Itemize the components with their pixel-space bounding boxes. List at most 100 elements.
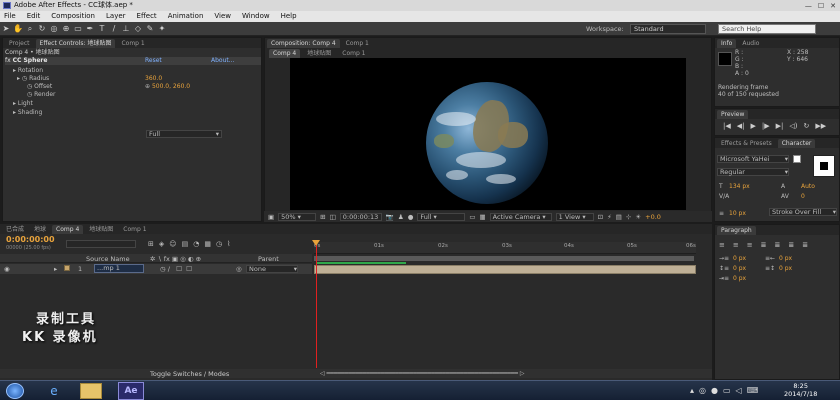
zoom-tool-icon[interactable]: ⌕ bbox=[24, 23, 36, 34]
stroke-mode-select[interactable]: Stroke Over Fill ▾ bbox=[769, 208, 837, 216]
resolution-select[interactable]: Full ▾ bbox=[417, 212, 466, 221]
always-preview-icon[interactable]: ▣ bbox=[268, 213, 274, 221]
first-frame-icon[interactable]: |◀ bbox=[723, 122, 731, 130]
tab-comp1-left[interactable]: Comp 1 bbox=[117, 39, 148, 48]
stamp-tool-icon[interactable]: ⊥ bbox=[120, 23, 132, 34]
prev-frame-icon[interactable]: ◀| bbox=[737, 122, 745, 130]
visibility-icon[interactable]: ◉ bbox=[4, 265, 10, 273]
radius-value[interactable]: 360.0 bbox=[145, 75, 162, 83]
tab-project[interactable]: Project bbox=[5, 39, 34, 48]
effect-header-row[interactable]: fx CC Sphere Reset About... bbox=[5, 57, 261, 65]
graph-editor-icon[interactable]: ⌇ bbox=[227, 240, 230, 248]
tab-paragraph[interactable]: Paragraph bbox=[717, 226, 756, 235]
rotation-row[interactable]: ▸ Rotation bbox=[13, 67, 43, 75]
shy-icon[interactable]: ☺ bbox=[169, 240, 176, 248]
menu-view[interactable]: View bbox=[214, 11, 231, 22]
selection-tool-icon[interactable]: ➤ bbox=[0, 23, 12, 34]
space-before-value[interactable]: 0 px bbox=[733, 265, 746, 272]
menu-effect[interactable]: Effect bbox=[137, 11, 157, 22]
subtab-comp1[interactable]: Comp 1 bbox=[338, 49, 369, 58]
roi-icon[interactable]: ▭ bbox=[469, 213, 475, 221]
menu-animation[interactable]: Animation bbox=[168, 11, 204, 22]
source-name-header[interactable]: Source Name bbox=[86, 255, 130, 263]
mask-icon[interactable]: ◫ bbox=[330, 213, 336, 221]
ram-preview-icon[interactable]: ▶▶ bbox=[815, 122, 826, 130]
tab-timeline-composited[interactable]: 已合成 bbox=[2, 225, 28, 234]
tray-network-icon[interactable]: ▭ bbox=[723, 386, 731, 395]
hand-tool-icon[interactable]: ✋ bbox=[12, 23, 24, 34]
tab-comp1-top[interactable]: Comp 1 bbox=[342, 39, 373, 48]
roto-tool-icon[interactable]: ✎ bbox=[144, 23, 156, 34]
indent-right-value[interactable]: 0 px bbox=[779, 255, 792, 262]
tray-up-icon[interactable]: ▴ bbox=[690, 386, 694, 395]
after-effects-taskbar-icon[interactable]: Ae bbox=[118, 382, 144, 400]
menu-window[interactable]: Window bbox=[242, 11, 270, 22]
layer-expand-icon[interactable]: ▸ bbox=[54, 265, 57, 273]
flowchart-icon[interactable]: ⊹ bbox=[626, 213, 631, 221]
audio-icon[interactable]: ◁) bbox=[789, 122, 797, 130]
rotate-tool-icon[interactable]: ↻ bbox=[36, 23, 48, 34]
ie-icon[interactable]: e bbox=[44, 384, 64, 398]
tab-effect-controls[interactable]: Effect Controls: 地球贴图 bbox=[35, 39, 116, 48]
workspace-select[interactable]: Standard bbox=[630, 24, 706, 34]
tab-timeline-comp1[interactable]: Comp 1 bbox=[119, 225, 150, 234]
camera-tool-icon[interactable]: ◎ bbox=[48, 23, 60, 34]
tray-language-icon[interactable]: ⌨ bbox=[747, 386, 759, 395]
comp-mini-flowchart-icon[interactable]: ⊞ bbox=[148, 240, 154, 248]
puppet-tool-icon[interactable]: ✦ bbox=[156, 23, 168, 34]
light-row[interactable]: ▸ Light bbox=[13, 100, 33, 108]
clock[interactable]: 8:25 2014/7/18 bbox=[784, 382, 817, 398]
tab-audio[interactable]: Audio bbox=[738, 39, 763, 48]
offset-value[interactable]: ⊕ 500.0, 260.0 bbox=[145, 83, 190, 91]
subtab-earth[interactable]: 地球贴图 bbox=[303, 49, 335, 58]
fill-color-swatch[interactable] bbox=[793, 155, 801, 163]
search-help-input[interactable]: Search Help bbox=[718, 24, 816, 34]
justify-left-icon[interactable]: ≣ bbox=[761, 241, 767, 249]
indent-left-value[interactable]: 0 px bbox=[733, 255, 746, 262]
tray-volume-icon[interactable]: ◁ bbox=[736, 386, 742, 395]
brainstorm-icon[interactable]: ▦ bbox=[204, 240, 211, 248]
menu-help[interactable]: Help bbox=[281, 11, 297, 22]
show-snapshot-icon[interactable]: ♟ bbox=[398, 213, 404, 221]
eraser-tool-icon[interactable]: ◇ bbox=[132, 23, 144, 34]
justify-right-icon[interactable]: ≣ bbox=[788, 241, 794, 249]
leading-value[interactable]: Auto bbox=[801, 183, 815, 190]
menu-layer[interactable]: Layer bbox=[106, 11, 126, 22]
rectangle-tool-icon[interactable]: ▭ bbox=[72, 23, 84, 34]
pixel-aspect-icon[interactable]: ⊡ bbox=[598, 213, 603, 221]
time-ruler[interactable]: 0s 01s 02s 03s 04s 05s 06s bbox=[314, 242, 696, 254]
style-select[interactable]: Regular ▾ bbox=[717, 168, 789, 176]
parent-select[interactable]: None ▾ bbox=[246, 265, 298, 273]
timeline-icon[interactable]: ▤ bbox=[616, 213, 622, 221]
tab-info[interactable]: Info bbox=[717, 39, 737, 48]
exposure-icon[interactable]: ☀ bbox=[635, 213, 641, 221]
tab-timeline-comp4[interactable]: Comp 4 bbox=[52, 225, 84, 234]
timeline-zoom-slider[interactable]: ◁ ━━━━━━━━━━━━━━━━━━━━━━━━━━━━━━━━━━━━━━… bbox=[320, 370, 525, 377]
snapshot-icon[interactable]: 📷 bbox=[386, 213, 394, 221]
views-select[interactable]: 1 View ▾ bbox=[555, 212, 594, 221]
explorer-icon[interactable] bbox=[80, 383, 102, 399]
keyframe-icon[interactable]: ◷ bbox=[216, 240, 222, 248]
subtab-comp4[interactable]: Comp 4 bbox=[269, 49, 301, 58]
camera-select[interactable]: Active Camera ▾ bbox=[489, 212, 552, 221]
pen-tool-icon[interactable]: ✒ bbox=[84, 23, 96, 34]
brush-tool-icon[interactable]: / bbox=[108, 23, 120, 34]
motion-blur-icon[interactable]: ◔ bbox=[193, 240, 199, 248]
loop-icon[interactable]: ↻ bbox=[804, 122, 810, 130]
align-center-icon[interactable]: ≡ bbox=[733, 241, 739, 249]
font-select[interactable]: Microsoft YaHei ▾ bbox=[717, 155, 789, 163]
parent-header[interactable]: Parent bbox=[258, 255, 279, 263]
layer-label-color[interactable] bbox=[64, 265, 70, 271]
align-left-icon[interactable]: ≡ bbox=[719, 241, 725, 249]
tracking-value[interactable]: 0 bbox=[801, 193, 805, 200]
timeline-search-input[interactable] bbox=[66, 240, 136, 248]
menu-composition[interactable]: Composition bbox=[51, 11, 95, 22]
zoom-select[interactable]: 50% ▾ bbox=[278, 212, 317, 221]
grid-icon[interactable]: ⊞ bbox=[320, 213, 325, 221]
start-button[interactable] bbox=[6, 383, 24, 399]
tray-app1-icon[interactable]: ◎ bbox=[699, 386, 706, 395]
stroke-width-value[interactable]: 10 px bbox=[729, 210, 746, 217]
type-tool-icon[interactable]: T bbox=[96, 23, 108, 34]
fast-preview-icon[interactable]: ⚡ bbox=[607, 213, 612, 221]
menu-edit[interactable]: Edit bbox=[27, 11, 41, 22]
